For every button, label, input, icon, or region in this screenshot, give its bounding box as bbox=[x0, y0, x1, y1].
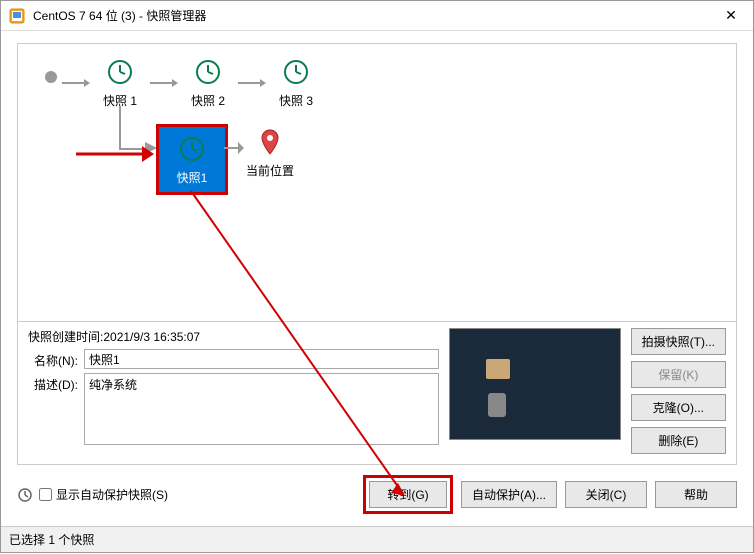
arrow-icon bbox=[150, 75, 178, 91]
snapshot-label: 快照1 bbox=[177, 169, 208, 186]
snapshot-node[interactable]: 快照 3 bbox=[266, 56, 326, 109]
show-autoprotect-checkbox[interactable] bbox=[39, 488, 52, 501]
window-title: CentOS 7 64 位 (3) - 快照管理器 bbox=[33, 7, 717, 24]
goto-button[interactable]: 转到(G) bbox=[369, 481, 447, 508]
root-node-icon bbox=[44, 70, 58, 84]
annotation-arrow bbox=[76, 144, 154, 164]
keep-button[interactable]: 保留(K) bbox=[631, 361, 726, 388]
help-button[interactable]: 帮助 bbox=[655, 481, 737, 508]
name-field[interactable] bbox=[84, 349, 439, 369]
show-autoprotect-label: 显示自动保护快照(S) bbox=[56, 486, 168, 503]
status-bar: 已选择 1 个快照 bbox=[1, 526, 753, 552]
tree-connector bbox=[119, 106, 121, 148]
annotation-highlight: 转到(G) bbox=[363, 475, 453, 514]
autoprotect-button[interactable]: 自动保护(A)... bbox=[461, 481, 557, 508]
created-time: 快照创建时间:2021/9/3 16:35:07 bbox=[28, 328, 439, 345]
arrow-icon bbox=[238, 75, 266, 91]
snapshot-node[interactable]: 快照 2 bbox=[178, 56, 238, 109]
arrow-icon bbox=[62, 75, 90, 91]
clock-icon bbox=[280, 56, 312, 88]
desc-field[interactable] bbox=[84, 373, 439, 445]
current-location-node[interactable]: 当前位置 bbox=[240, 126, 300, 179]
name-label: 名称(N): bbox=[28, 349, 84, 369]
take-snapshot-button[interactable]: 拍摄快照(T)... bbox=[631, 328, 726, 355]
snapshot-tree: 快照 1 快照 2 快照 3 bbox=[17, 43, 737, 322]
title-bar: CentOS 7 64 位 (3) - 快照管理器 ✕ bbox=[1, 1, 753, 31]
snapshot-thumbnail bbox=[449, 328, 621, 440]
current-location-label: 当前位置 bbox=[246, 162, 294, 179]
delete-button[interactable]: 删除(E) bbox=[631, 427, 726, 454]
clock-icon bbox=[176, 133, 208, 165]
snapshot-node-selected[interactable]: 快照1 bbox=[156, 124, 228, 195]
clock-icon bbox=[192, 56, 224, 88]
snapshot-label: 快照 3 bbox=[279, 92, 313, 109]
details-panel: 快照创建时间:2021/9/3 16:35:07 名称(N): 描述(D): 拍… bbox=[17, 322, 737, 465]
snapshot-node[interactable]: 快照 1 bbox=[90, 56, 150, 109]
snapshot-label: 快照 2 bbox=[191, 92, 225, 109]
close-icon[interactable]: ✕ bbox=[717, 2, 745, 30]
clone-button[interactable]: 克隆(O)... bbox=[631, 394, 726, 421]
history-icon bbox=[17, 487, 33, 503]
close-button[interactable]: 关闭(C) bbox=[565, 481, 647, 508]
app-icon bbox=[9, 8, 25, 24]
desc-label: 描述(D): bbox=[28, 373, 84, 393]
content-area: 快照 1 快照 2 快照 3 bbox=[1, 31, 753, 526]
status-text: 已选择 1 个快照 bbox=[9, 533, 94, 547]
bottom-toolbar: 显示自动保护快照(S) 转到(G) 自动保护(A)... 关闭(C) 帮助 bbox=[17, 465, 737, 514]
clock-icon bbox=[104, 56, 136, 88]
pin-icon bbox=[254, 126, 286, 158]
